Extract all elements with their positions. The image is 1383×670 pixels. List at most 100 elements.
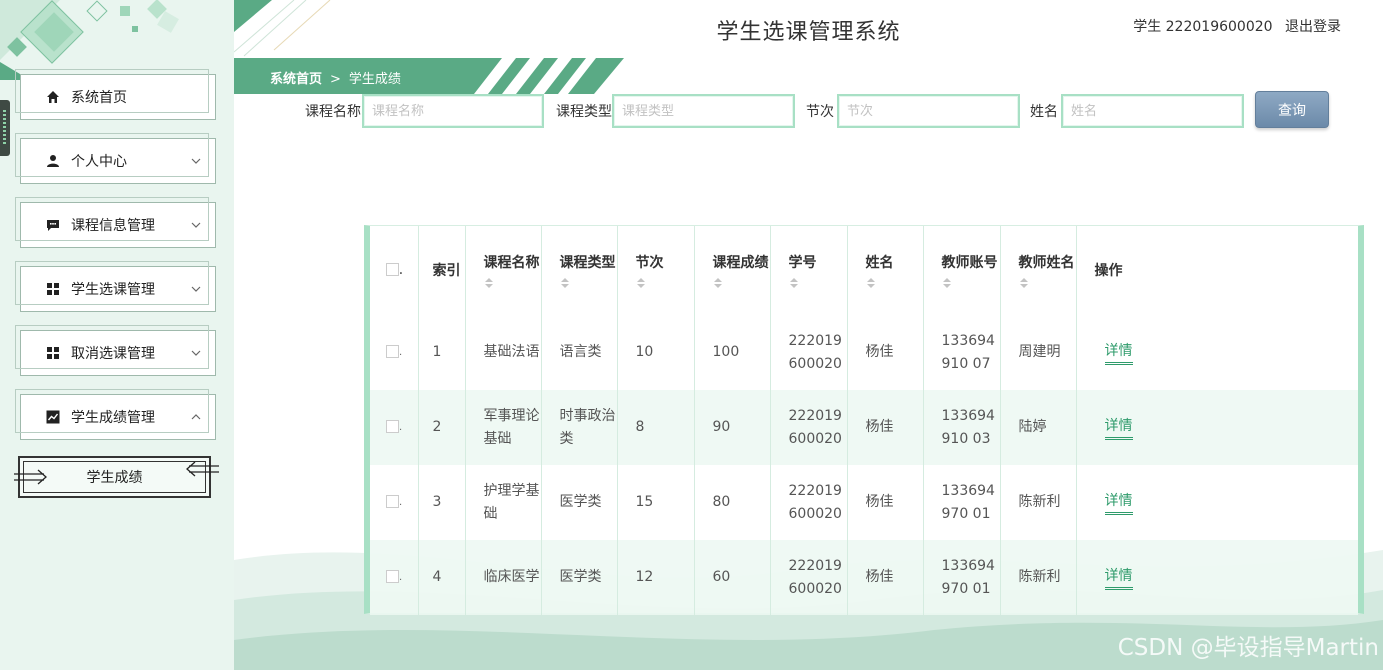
cell-teacher-name: 陈新利 <box>1000 465 1077 540</box>
cell-name: 杨佳 <box>847 315 924 390</box>
sidebar-item-course-selection[interactable]: 学生选课管理 <box>15 261 216 312</box>
detail-link[interactable]: 详情 <box>1104 492 1133 515</box>
sort-icon[interactable] <box>713 276 723 290</box>
cell-course-name: 临床医学 <box>465 540 542 615</box>
sidebar-item-grades[interactable]: 学生成绩管理 <box>15 389 216 440</box>
select-all-checkbox[interactable] <box>386 263 399 276</box>
cell-action: 详情 <box>1076 390 1358 465</box>
sidebar-item-label: 课程信息管理 <box>71 218 155 234</box>
cell-section: 10 <box>617 315 695 390</box>
header-student-no[interactable]: 学号 <box>770 226 848 315</box>
cell-teacher-name: 周建明 <box>1000 315 1077 390</box>
sidebar-decoration <box>0 0 179 80</box>
row-checkbox[interactable] <box>386 569 399 583</box>
sidebar-item-label: 个人中心 <box>71 154 127 170</box>
table-row: . 2 军事理论基础 时事政治类 8 90 222019600020 杨佳 133694910 … <box>370 390 1358 465</box>
sidebar-item-label: 取消选课管理 <box>71 346 155 362</box>
user-icon <box>45 153 61 169</box>
cell-teacher-account: 133694970 01 <box>923 540 1001 615</box>
sort-icon[interactable] <box>789 276 799 290</box>
logout-link[interactable]: 退出登录 <box>1285 19 1341 35</box>
header-name[interactable]: 姓名 <box>847 226 924 315</box>
header-teacher-name-label: 教师姓名 <box>1018 254 1075 271</box>
section-input[interactable] <box>837 94 1020 128</box>
grid-icon <box>45 345 61 361</box>
chevron-down-icon <box>191 350 201 356</box>
sidebar-item-cancel-selection[interactable]: 取消选课管理 <box>15 325 216 376</box>
row-checkbox[interactable] <box>386 494 399 508</box>
course-name-input[interactable] <box>362 94 544 128</box>
sidebar-collapse-handle[interactable] <box>0 100 10 156</box>
header-teacher-name[interactable]: 教师姓名 <box>1000 226 1077 315</box>
row-select-cell: . <box>370 465 419 540</box>
header-course-name-label: 课程名称 <box>483 254 540 271</box>
course-type-label: 课程类型 <box>556 104 612 120</box>
sidebar-item-course-info[interactable]: 课程信息管理 <box>15 197 216 248</box>
chevron-up-icon <box>191 414 201 420</box>
cell-name: 杨佳 <box>847 465 924 540</box>
cell-name: 杨佳 <box>847 390 924 465</box>
user-area: 学生 222019600020 退出登录 <box>1125 16 1341 36</box>
header-section[interactable]: 节次 <box>617 226 695 315</box>
user-info: 学生 222019600020 <box>1133 19 1273 35</box>
course-type-input[interactable] <box>612 94 795 128</box>
cell-teacher-name: 陈新利 <box>1000 540 1077 615</box>
cell-index: 1 <box>418 315 466 390</box>
chevron-down-icon <box>191 158 201 164</box>
detail-link[interactable]: 详情 <box>1104 417 1133 440</box>
cell-score: 80 <box>694 465 771 540</box>
cell-index: 4 <box>418 540 466 615</box>
header-teacher-account-label: 教师账号 <box>941 254 998 271</box>
section-label: 节次 <box>806 104 834 120</box>
header-score[interactable]: 课程成绩 <box>694 226 771 315</box>
sidebar-subitem-grades[interactable]: 学生成绩 <box>14 456 219 498</box>
breadcrumb: 系统首页 > 学生成绩 <box>270 68 401 87</box>
cell-course-name: 护理学基础 <box>465 465 542 540</box>
name-input[interactable] <box>1061 94 1244 128</box>
grades-table: . 索引 课程名称 课程类型 节次 课程成绩 学号 姓名 教师账号 教师姓名 操… <box>370 226 1358 615</box>
cell-teacher-name: 陆婷 <box>1000 390 1077 465</box>
row-checkbox[interactable] <box>386 419 399 433</box>
header-course-type[interactable]: 课程类型 <box>541 226 618 315</box>
sort-icon[interactable] <box>636 276 646 290</box>
header-index: 索引 <box>418 226 466 315</box>
sidebar-item-label: 系统首页 <box>71 90 127 106</box>
cell-teacher-account: 133694910 07 <box>923 315 1001 390</box>
detail-link[interactable]: 详情 <box>1104 567 1133 590</box>
table-row: . 4 临床医学 医学类 12 60 222019600020 杨佳 133694970 01 陈… <box>370 540 1358 615</box>
cell-course-name: 基础法语 <box>465 315 542 390</box>
cell-student-no: 222019600020 <box>770 540 848 615</box>
arrow-left-icon <box>186 461 219 477</box>
sidebar-item-personal-center[interactable]: 个人中心 <box>15 133 216 184</box>
breadcrumb-current: 学生成绩 <box>348 72 401 87</box>
header-name-label: 姓名 <box>865 254 894 271</box>
sidebar-subitem-label: 学生成绩 <box>86 470 143 486</box>
chevron-down-icon <box>191 286 201 292</box>
sort-icon[interactable] <box>560 276 570 290</box>
detail-link[interactable]: 详情 <box>1104 342 1133 365</box>
header-teacher-account[interactable]: 教师账号 <box>923 226 1001 315</box>
chart-icon <box>45 409 61 425</box>
table-header-row: . 索引 课程名称 课程类型 节次 课程成绩 学号 姓名 教师账号 教师姓名 操… <box>370 226 1358 315</box>
select-all-header: . <box>370 226 419 315</box>
breadcrumb-separator: > <box>330 72 341 87</box>
cell-section: 12 <box>617 540 695 615</box>
sidebar-item-home[interactable]: 系统首页 <box>15 69 216 120</box>
search-button[interactable]: 查询 <box>1255 91 1329 128</box>
row-checkbox[interactable] <box>386 344 399 358</box>
breadcrumb-home[interactable]: 系统首页 <box>270 72 322 87</box>
header-course-type-label: 课程类型 <box>559 254 616 271</box>
header-course-name[interactable]: 课程名称 <box>465 226 542 315</box>
sort-icon[interactable] <box>1019 276 1029 290</box>
cell-name: 杨佳 <box>847 540 924 615</box>
header-section-label: 节次 <box>635 254 664 271</box>
table-row: . 1 基础法语 语言类 10 100 222019600020 杨佳 133694910 07… <box>370 315 1358 390</box>
cell-student-no: 222019600020 <box>770 390 848 465</box>
cell-student-no: 222019600020 <box>770 315 848 390</box>
cell-action: 详情 <box>1076 315 1358 390</box>
cell-action: 详情 <box>1076 465 1358 540</box>
sort-icon[interactable] <box>484 276 494 290</box>
sidebar: 系统首页 个人中心 课程信息管理 学生选课管理 取消选课管理 学生成绩管理 学生… <box>0 0 234 670</box>
sort-icon[interactable] <box>942 276 952 290</box>
sort-icon[interactable] <box>866 276 876 290</box>
